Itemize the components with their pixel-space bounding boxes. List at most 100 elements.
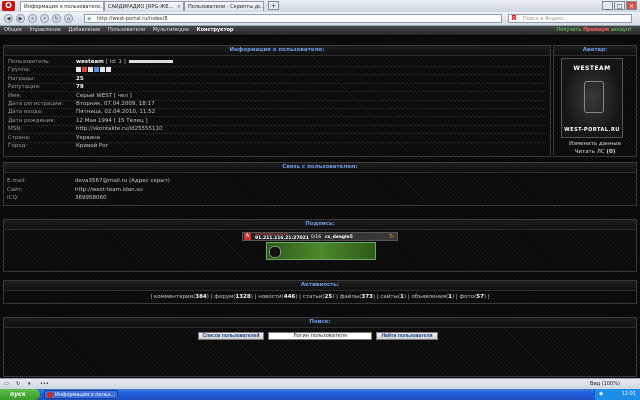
close-icon[interactable]: × [257,2,261,11]
search-title: Поиск: [4,318,636,328]
forward-icon[interactable]: ▶ [16,14,25,23]
menu-item-add[interactable]: Добавление [68,27,100,33]
field-label: E-mail: [7,178,27,184]
tab-users-scripts[interactable]: Пользователи - Скрипты д... × [184,1,264,11]
user-info-title: Информация о пользователе: [4,46,550,56]
find-user-button[interactable]: Найти пользователя [376,332,438,340]
menu-item-multimedia[interactable]: Мультимедиа [153,27,189,33]
field-value: Украина [76,134,101,141]
field-label: Группа: [8,67,31,74]
signature-title: Подпись: [4,220,636,230]
yandex-logo-icon: Я [511,14,517,22]
user-field-row: Группа: [8,66,548,74]
contact-row: Сайт: http://west-team.idan.su [7,186,547,194]
read-pm-link[interactable]: Читать ЛС (0) [553,148,637,156]
activity-label: фото [459,294,475,300]
premium-link[interactable]: Получить Премиум аккаунт [556,26,632,35]
field-label: Пользователь: [8,59,51,65]
activity-label: объявления [411,294,446,300]
activity-count: 446 [283,294,296,300]
menu-item-general[interactable]: Общее [4,27,22,33]
activity-item[interactable]: объявления(1) [411,294,455,300]
contact-row: E-mail: deva3567@mail.ru (Адрес скрыт) [7,177,547,185]
menu-item-constructor[interactable]: Конструктор [197,27,234,33]
user-field-row: Страна: Украина [8,134,548,142]
player-avatar-icon [269,246,281,258]
map-preview [266,242,376,260]
avatar[interactable]: WESTEAM WEST-PORTAL.RU [561,58,623,138]
tab-label: САЙДИРАДИО [RPG-ЖЕ... [108,4,174,10]
reload-status-icon[interactable]: ↻ [16,379,20,389]
activity-label: статьи [302,294,323,300]
address-bar[interactable]: ◉ http://west-portal.ru/index/8 [84,14,502,23]
minimize-button[interactable]: _ [602,1,613,10]
volume-icon[interactable]: ◉ [599,389,603,400]
os-taskbar: пуск Информация о польз... ◉ 12:01 [0,389,640,400]
close-window-button[interactable]: × [626,1,637,10]
rewind-icon[interactable]: « [28,14,37,23]
login-input[interactable]: Логин пользователя [268,332,372,340]
dot-menu-icon[interactable]: ••• [40,379,49,389]
activity-item[interactable]: сайты(1) [380,294,407,300]
field-value[interactable]: http://vkontakte.ru/id25555110 [76,126,163,132]
tab-label: Информация о пользовател... [24,4,103,10]
activity-item[interactable]: комментарии(384) [154,294,211,300]
menu-item-management[interactable]: Управление [29,27,60,33]
taskbar-item-browser[interactable]: Информация о польз... [44,390,118,399]
activity-count: 384 [195,294,207,300]
menu-item-users[interactable]: Пользователи [108,27,145,33]
server-logo-icon: A [244,233,251,240]
panel-toggle-icon[interactable]: ▭ [4,379,9,389]
clock: 12:01 [621,391,636,397]
new-tab-button[interactable]: + [268,1,279,10]
back-icon[interactable]: ◀ [4,14,13,23]
home-icon[interactable]: ⌂ [64,14,73,23]
activity-list: | комментарии(384) | форум(1328) | новос… [4,293,636,301]
opera-icon [47,392,53,398]
activity-title: Активность: [4,281,636,291]
activity-item[interactable]: статьи(25) [303,294,336,300]
reload-icon[interactable]: ↻ [52,14,61,23]
activity-label: новости [258,294,282,300]
activity-item[interactable]: форум(1328) [214,294,254,300]
field-value[interactable]: http://west-team.idan.su [75,187,143,193]
user-list-button[interactable]: Список пользователей [198,332,264,340]
user-id: [ id: 1 ] [105,59,126,65]
site-admin-menu: Общее Управление Добавление Пользователи… [0,26,640,36]
avatar-logo-bottom: WEST-PORTAL.RU [564,127,620,133]
field-value[interactable]: deva3567@mail.ru (Адрес скрыт) [75,178,170,184]
chevron-down-icon[interactable]: ▾ [28,379,31,389]
signature-banner[interactable]: A WESTPORTAL SERVER 91.211.116.21:27021 … [242,232,402,262]
maximize-button[interactable]: □ [614,1,625,10]
close-icon[interactable]: × [177,2,181,11]
field-value: 79 [76,84,84,91]
user-info-panel: Информация о пользователе: Пользователь:… [3,45,551,157]
user-field-row: Награды: 25 [8,75,548,83]
tab-label: Пользователи - Скрипты д... [188,4,263,10]
field-label: Сайт: [7,186,23,193]
activity-item[interactable]: файлы(373) [340,294,377,300]
field-label: Страна: [8,134,31,141]
browser-nav-bar: ◀ ▶ « » ↻ ⌂ ◉ http://west-portal.ru/inde… [0,12,640,26]
user-field-row: Репутация: 79 [8,83,548,91]
user-field-row: Дата рождения: 12 Мая 1994 [ 15 Телец ] [8,117,548,125]
tab-radio[interactable]: САЙДИРАДИО [RPG-ЖЕ... × [104,1,184,11]
start-button[interactable]: пуск [0,389,40,400]
search-input[interactable]: Я Поиск в Яндекс [508,14,632,23]
opera-menu-icon[interactable]: O [2,1,15,11]
field-value: 369958060 [75,195,107,201]
activity-count: 57 [476,294,484,300]
activity-label: файлы [339,294,360,300]
refresh-icon: ↻ [389,233,395,240]
activity-item[interactable]: фото(57) [459,294,487,300]
group-badge-icon [106,67,111,73]
field-value: 12 Мая 1994 [ 15 Телец ] [76,117,148,124]
activity-item[interactable]: новости(446) [258,294,299,300]
edit-profile-link[interactable]: Изменить данные [553,140,637,148]
field-value: 25 [76,75,84,82]
zoom-indicator[interactable]: Вид (100%) [590,379,620,389]
fast-forward-icon[interactable]: » [40,14,49,23]
close-icon[interactable]: × [97,2,101,11]
tab-user-info[interactable]: Информация о пользовател... × [20,1,104,11]
field-label: Репутация: [8,84,41,91]
